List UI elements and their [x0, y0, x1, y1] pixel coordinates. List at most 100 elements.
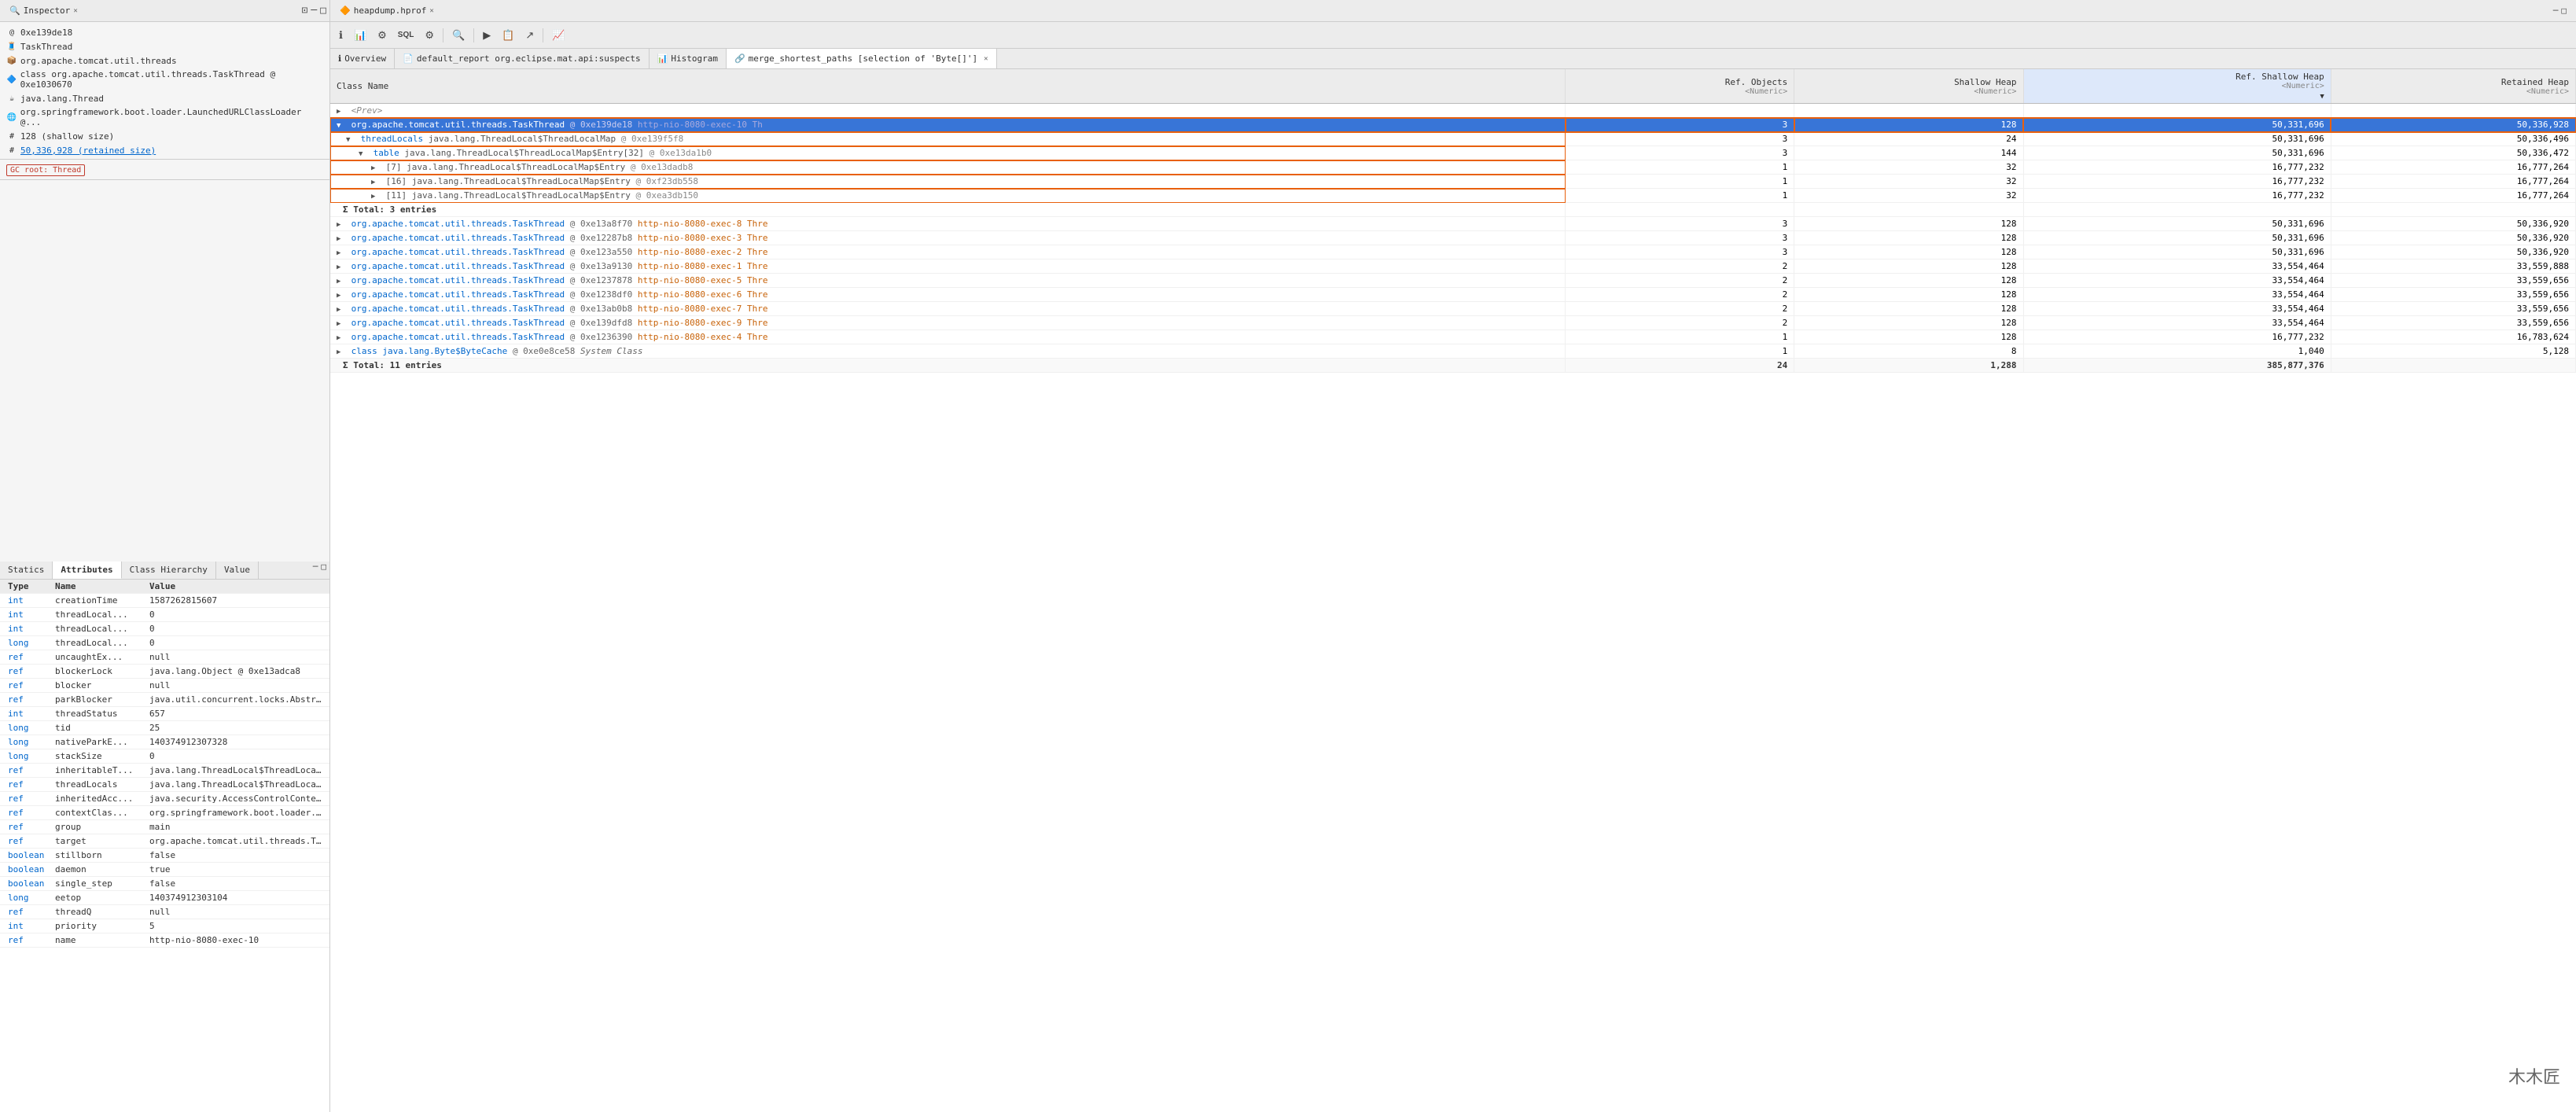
attr-row-singlestep[interactable]: boolean single_step false — [0, 877, 329, 891]
toolbar-info-btn[interactable]: ℹ — [335, 28, 347, 43]
tab-class-hierarchy[interactable]: Class Hierarchy — [122, 562, 216, 579]
attr-row-threadlocal2[interactable]: int threadLocal... 0 — [0, 622, 329, 636]
expand-9130-icon[interactable]: ▶ — [337, 263, 344, 271]
expand-main-icon[interactable]: ▼ — [337, 122, 344, 130]
toolbar-sql-btn[interactable]: SQL — [394, 29, 418, 41]
attr-row-threadlocal1[interactable]: int threadLocal... 0 — [0, 608, 329, 622]
attr-row-priority[interactable]: int priority 5 — [0, 919, 329, 933]
expand-entry16-icon[interactable]: ▶ — [371, 179, 379, 186]
expand-8f70-icon[interactable]: ▶ — [337, 221, 344, 229]
attr-row-stacksize[interactable]: long stackSize 0 — [0, 749, 329, 764]
attr-row-stillborn[interactable]: boolean stillborn false — [0, 849, 329, 863]
table-row[interactable]: ▶ org.apache.tomcat.util.threads.TaskThr… — [330, 274, 2576, 288]
expand-fd8-icon[interactable]: ▶ — [337, 320, 344, 328]
expand-bytecache-icon[interactable]: ▶ — [337, 348, 344, 356]
expand-a550-icon[interactable]: ▶ — [337, 249, 344, 257]
inspector-tab-title[interactable]: 🔍 Inspector ✕ — [3, 6, 84, 16]
table-row[interactable]: ▶ <Prev> — [330, 104, 2576, 118]
expand-threadlocals-icon[interactable]: ▼ — [346, 136, 354, 144]
attr-row-nativepark[interactable]: long nativeParkE... 140374912307328 — [0, 735, 329, 749]
attr-row-threadq[interactable]: ref threadQ null — [0, 905, 329, 919]
expand-7878-icon[interactable]: ▶ — [337, 278, 344, 285]
table-row[interactable]: ▶ org.apache.tomcat.util.threads.TaskThr… — [330, 231, 2576, 245]
expand-table-icon[interactable]: ▼ — [359, 150, 366, 158]
inspector-item-address[interactable]: @ 0xe139de18 — [0, 25, 329, 39]
table-row[interactable]: ▶ [7] java.lang.ThreadLocal$ThreadLocalM… — [330, 160, 2576, 175]
toolbar-gear-btn[interactable]: ⚙ — [374, 28, 391, 43]
table-row[interactable]: ▶ org.apache.tomcat.util.threads.TaskThr… — [330, 330, 2576, 344]
attr-row-target[interactable]: ref target org.apache.tomcat.util.thread… — [0, 834, 329, 849]
attr-row-threadstatus[interactable]: int threadStatus 657 — [0, 707, 329, 721]
toolbar-run-btn[interactable]: ▶ — [479, 28, 495, 43]
expand-87b8-icon[interactable]: ▶ — [337, 235, 344, 243]
table-row[interactable]: ▶ org.apache.tomcat.util.threads.TaskThr… — [330, 316, 2576, 330]
tab-merge-paths[interactable]: 🔗 merge_shortest_paths [selection of 'By… — [727, 49, 997, 68]
inspector-item-taskthread[interactable]: 🧵 TaskThread — [0, 39, 329, 53]
heapdump-min-btn[interactable]: ─ — [2553, 6, 2559, 16]
table-row[interactable]: ▶ [11] java.lang.ThreadLocal$ThreadLocal… — [330, 189, 2576, 203]
toolbar-export-btn[interactable]: 📋 — [498, 28, 518, 43]
tab-value[interactable]: Value — [216, 562, 259, 579]
expand-entry7-icon[interactable]: ▶ — [371, 164, 379, 172]
attr-row-name[interactable]: ref name http-nio-8080-exec-10 — [0, 933, 329, 948]
attr-row-tid[interactable]: long tid 25 — [0, 721, 329, 735]
inspector-item-thread[interactable]: ☕ java.lang.Thread — [0, 91, 329, 105]
inspector-item-class[interactable]: 🔷 class org.apache.tomcat.util.threads.T… — [0, 68, 329, 91]
attr-row-inheritedacc[interactable]: ref inheritedAcc... java.security.Access… — [0, 792, 329, 806]
table-row[interactable]: ▶ org.apache.tomcat.util.threads.TaskThr… — [330, 260, 2576, 274]
inspector-item-loader[interactable]: 🌐 org.springframework.boot.loader.Launch… — [0, 105, 329, 129]
col-classname[interactable]: Class Name — [330, 69, 1566, 104]
attr-row-inheritable[interactable]: ref inheritableT... java.lang.ThreadLoca… — [0, 764, 329, 778]
table-row[interactable]: ▶ class java.lang.Byte$ByteCache @ 0xe0e… — [330, 344, 2576, 359]
toolbar-link-btn[interactable]: ↗ — [521, 28, 538, 43]
tab-histogram[interactable]: 📊 Histogram — [650, 49, 727, 68]
table-row[interactable]: ▼ table java.lang.ThreadLocal$ThreadLoca… — [330, 146, 2576, 160]
table-row[interactable]: ▶ org.apache.tomcat.util.threads.TaskThr… — [330, 302, 2576, 316]
toolbar-chart-btn[interactable]: 📊 — [350, 28, 370, 43]
inspector-action-btn3[interactable]: □ — [320, 5, 326, 17]
expand-df0-icon[interactable]: ▶ — [337, 292, 344, 300]
col-refshallow[interactable]: Ref. Shallow Heap <Numeric> — [2023, 69, 2331, 104]
merge-tab-close[interactable]: ✕ — [984, 55, 988, 63]
expand-prev-icon[interactable]: ▶ — [337, 108, 344, 116]
inspector-item-package[interactable]: 📦 org.apache.tomcat.util.threads — [0, 53, 329, 68]
inspector-action-btn2[interactable]: ─ — [311, 5, 317, 17]
table-row[interactable]: ▶ org.apache.tomcat.util.threads.TaskThr… — [330, 217, 2576, 231]
inspector-tab-close[interactable]: ✕ — [73, 7, 77, 15]
tab-overview[interactable]: ℹ Overview — [330, 49, 395, 68]
expand-b0b8-icon[interactable]: ▶ — [337, 306, 344, 314]
table-row[interactable]: ▶ org.apache.tomcat.util.threads.TaskThr… — [330, 245, 2576, 260]
attr-row-blockerlock[interactable]: ref blockerLock java.lang.Object @ 0xe13… — [0, 665, 329, 679]
inspector-action-btn1[interactable]: ⊡ — [302, 5, 308, 17]
attr-row-parkblocker[interactable]: ref parkBlocker java.util.concurrent.loc… — [0, 693, 329, 707]
heapdump-tab-close[interactable]: ✕ — [429, 7, 433, 15]
col-refobjects[interactable]: Ref. Objects <Numeric> — [1566, 69, 1794, 104]
inspector-item-shallow[interactable]: # 128 (shallow size) — [0, 129, 329, 143]
attr-row-threadlocals[interactable]: ref threadLocals java.lang.ThreadLocal$T… — [0, 778, 329, 792]
attr-row-creationtime[interactable]: int creationTime 1587262815607 — [0, 594, 329, 608]
heapdump-tab-title[interactable]: 🔶 heapdump.hprof ✕ — [333, 6, 440, 16]
tab-statics[interactable]: Statics — [0, 562, 53, 579]
tab-attributes[interactable]: Attributes — [53, 562, 121, 579]
toolbar-bar-btn[interactable]: 📈 — [548, 28, 569, 43]
attr-row-eetop[interactable]: long eetop 140374912303104 — [0, 891, 329, 905]
attr-row-blocker[interactable]: ref blocker null — [0, 679, 329, 693]
attr-row-group[interactable]: ref group main — [0, 820, 329, 834]
expand-entry11-icon[interactable]: ▶ — [371, 193, 379, 201]
gc-root-badge[interactable]: GC root: Thread — [6, 164, 85, 176]
tab-action-max[interactable]: □ — [321, 562, 326, 579]
table-row[interactable]: ▶ org.apache.tomcat.util.threads.TaskThr… — [330, 288, 2576, 302]
toolbar-config-btn[interactable]: ⚙ — [421, 28, 438, 43]
col-shallowheap[interactable]: Shallow Heap <Numeric> — [1794, 69, 2023, 104]
tab-default-report[interactable]: 📄 default_report org.eclipse.mat.api:sus… — [395, 49, 649, 68]
attr-row-daemon[interactable]: boolean daemon true — [0, 863, 329, 877]
tab-action-min[interactable]: ─ — [313, 562, 318, 579]
attr-row-threadlocal3[interactable]: long threadLocal... 0 — [0, 636, 329, 650]
table-row[interactable]: ▶ [16] java.lang.ThreadLocal$ThreadLocal… — [330, 175, 2576, 189]
table-row[interactable]: ▼ org.apache.tomcat.util.threads.TaskThr… — [330, 118, 2576, 132]
attr-row-contextclas[interactable]: ref contextClas... org.springframework.b… — [0, 806, 329, 820]
heapdump-max-btn[interactable]: □ — [2561, 6, 2567, 16]
col-retained[interactable]: Retained Heap <Numeric> — [2331, 69, 2575, 104]
attr-row-uncaught[interactable]: ref uncaughtEx... null — [0, 650, 329, 665]
toolbar-search-btn[interactable]: 🔍 — [448, 28, 469, 43]
